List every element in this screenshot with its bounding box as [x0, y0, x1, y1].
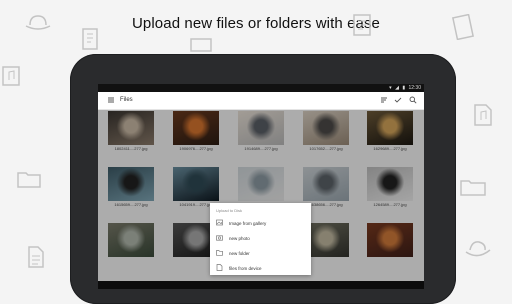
home-icon[interactable]: [258, 282, 264, 288]
nav-bar: [98, 281, 424, 289]
menu-icon[interactable]: [107, 96, 115, 104]
upload-item-label: new folder: [229, 251, 250, 256]
upload-item-label: Image from gallery: [229, 221, 267, 226]
camera-icon: [216, 234, 223, 241]
page-title: Files: [120, 97, 133, 103]
upload-new-folder[interactable]: new folder: [210, 246, 311, 261]
upload-menu: Upload to Disk Image from gallery new ph…: [210, 203, 311, 275]
document-icon: [82, 28, 98, 50]
sort-icon[interactable]: [380, 96, 388, 104]
folder-icon: [216, 249, 223, 256]
tablet-screen: ▾ ◢ ▮ 12:30 Files 1802411....277.jpg 1906…: [98, 84, 424, 289]
folder-icon: [460, 178, 486, 196]
headline: Upload new files or folders with ease: [132, 15, 380, 32]
archive-icon: [452, 14, 474, 40]
document-icon: [352, 14, 372, 36]
back-icon[interactable]: [212, 282, 218, 288]
recents-icon[interactable]: [304, 282, 310, 288]
check-icon[interactable]: [394, 96, 402, 104]
app-bar: Files: [98, 92, 424, 110]
file-icon: [216, 264, 223, 271]
status-time: 12:30: [408, 85, 421, 91]
search-icon[interactable]: [409, 96, 417, 104]
signal-icon: ◢: [395, 85, 399, 91]
image-icon: [216, 219, 223, 226]
wifi-icon: ▾: [389, 85, 392, 91]
music-file-icon: [474, 104, 492, 126]
music-file-icon: [2, 66, 20, 86]
image-file-icon: [190, 38, 212, 52]
upload-new-photo[interactable]: new photo: [210, 231, 311, 246]
upload-menu-title: Upload to Disk: [216, 208, 243, 213]
upload-files-from-device[interactable]: files from device: [210, 261, 311, 276]
upload-item-label: new photo: [229, 236, 250, 241]
status-bar: ▾ ◢ ▮ 12:30: [98, 84, 424, 92]
hat-icon: [24, 14, 52, 32]
folder-icon: [17, 170, 41, 188]
hat-icon: [464, 238, 492, 260]
battery-icon: ▮: [402, 85, 406, 91]
upload-image-from-gallery[interactable]: Image from gallery: [210, 216, 311, 231]
app-bar-actions: [375, 96, 417, 106]
file-icon: [28, 246, 44, 268]
upload-item-label: files from device: [229, 266, 262, 271]
